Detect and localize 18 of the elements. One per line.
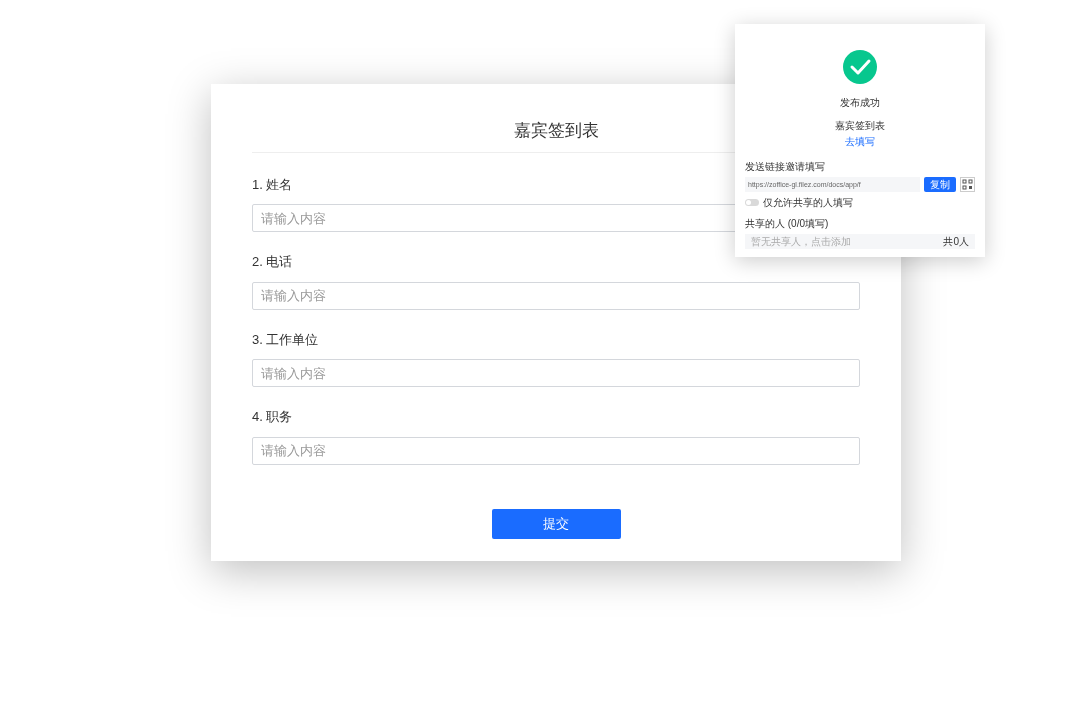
toggle-switch[interactable] bbox=[745, 199, 759, 206]
section-label: 共享的人 (0/0填写) bbox=[745, 217, 830, 231]
status-text: 发布成功 bbox=[840, 96, 880, 110]
question-label: 3. 工作单位 bbox=[252, 330, 319, 349]
success-check-icon bbox=[843, 50, 877, 84]
question-label: 1. 姓名 bbox=[252, 175, 293, 194]
empty-hint: 暂无共享人，点击添加 bbox=[751, 235, 851, 249]
question-label: 2. 电话 bbox=[252, 253, 293, 271]
people-count: 共0人 bbox=[943, 235, 969, 249]
qr-code-icon[interactable] bbox=[960, 177, 975, 192]
question-label: 4. 职务 bbox=[252, 408, 293, 426]
copy-button[interactable]: 复制 bbox=[924, 177, 956, 192]
submit-button[interactable]: 提交 bbox=[491, 508, 621, 539]
input-field[interactable]: 请输入内容 bbox=[252, 436, 860, 465]
input-field[interactable]: 请输入内容 bbox=[252, 281, 860, 310]
section-label: 发送链接邀请填写 bbox=[745, 160, 826, 174]
input-field[interactable]: 请输入内容 bbox=[252, 359, 860, 387]
shared-people-row[interactable]: 暂无共享人，点击添加 共0人 bbox=[745, 234, 975, 249]
